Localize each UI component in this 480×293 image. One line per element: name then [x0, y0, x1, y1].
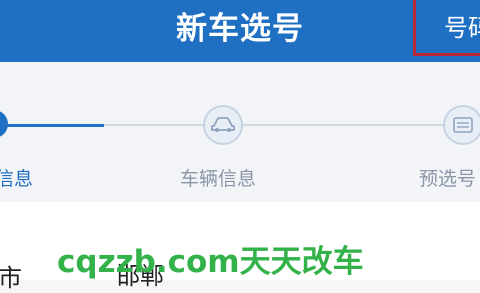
- car-icon: [211, 117, 235, 132]
- form-area: 市 邯郸 cqzzb.com天天改车: [0, 202, 480, 292]
- step-2-label: 车辆信息: [180, 168, 257, 190]
- step-3-indicator: [443, 105, 480, 145]
- step-1-indicator: [0, 110, 8, 138]
- progress-track: [104, 124, 480, 126]
- header-right-button[interactable]: 号码: [413, 0, 480, 56]
- plate-icon: [453, 117, 473, 133]
- progress-track-active: [0, 124, 104, 127]
- step-progress: 信息 车辆信息 预选号: [0, 62, 480, 202]
- step-2-indicator: [203, 105, 243, 145]
- city-field-label: 市: [0, 264, 22, 292]
- step-3-label: 预选号: [419, 168, 477, 190]
- page-title: 新车选号: [176, 11, 304, 47]
- watermark-text: cqzzb.com天天改车: [57, 244, 364, 280]
- step-1-label: 信息: [0, 168, 34, 190]
- app-header: 新车选号 号码: [0, 0, 480, 62]
